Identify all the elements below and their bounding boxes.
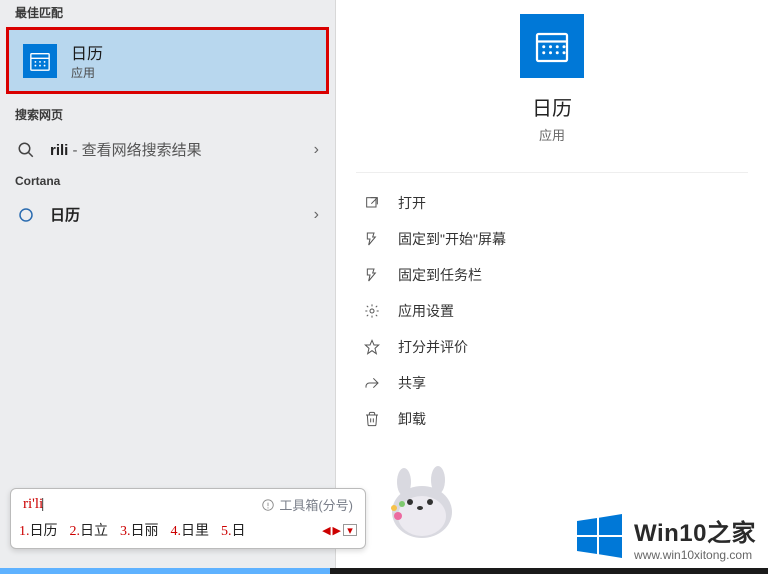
cortana-item-label: 日历 bbox=[50, 204, 80, 225]
ime-candidate-list: 1.日历 2.日立 3.日丽 4.日里 5.日 ◀ ▶ ▾ bbox=[19, 518, 357, 542]
action-rate[interactable]: 打分并评价 bbox=[356, 329, 748, 365]
ime-mascot bbox=[380, 460, 460, 540]
share-icon bbox=[362, 373, 382, 393]
best-match-item[interactable]: 日历 应用 bbox=[6, 27, 329, 94]
best-match-title: 日历 bbox=[71, 40, 103, 64]
best-match-subtitle: 应用 bbox=[71, 64, 103, 81]
ime-next-page-icon[interactable]: ▶ bbox=[333, 524, 341, 537]
ime-toolbox-hint[interactable]: 工具箱(分号) bbox=[261, 495, 353, 514]
ime-dropdown-icon[interactable]: ▾ bbox=[343, 524, 357, 536]
section-cortana: Cortana bbox=[0, 170, 335, 194]
app-tile-icon bbox=[520, 14, 584, 78]
watermark: Win10之家 www.win10xitong.com bbox=[574, 511, 756, 564]
ime-candidate-window: ri'li 工具箱(分号) 1.日历 2.日立 3.日丽 4.日里 5.日 ◀ … bbox=[10, 488, 366, 549]
watermark-url: www.win10xitong.com bbox=[634, 548, 756, 562]
pin-icon bbox=[362, 265, 382, 285]
ime-composition: ri'li bbox=[23, 496, 44, 513]
action-pin-taskbar[interactable]: 固定到任务栏 bbox=[356, 257, 748, 293]
watermark-title: Win10之家 bbox=[634, 513, 756, 548]
taskbar bbox=[0, 568, 768, 574]
search-icon bbox=[16, 141, 36, 159]
section-search-web: 搜索网页 bbox=[0, 102, 335, 129]
ime-prev-page-icon[interactable]: ◀ bbox=[322, 524, 330, 537]
gear-icon bbox=[362, 301, 382, 321]
web-search-item[interactable]: rili - 查看网络搜索结果 › bbox=[0, 129, 335, 170]
section-best-match: 最佳匹配 bbox=[0, 0, 335, 27]
app-name: 日历 bbox=[356, 92, 748, 121]
app-type: 应用 bbox=[356, 125, 748, 144]
action-app-settings[interactable]: 应用设置 bbox=[356, 293, 748, 329]
star-icon bbox=[362, 337, 382, 357]
ime-candidate[interactable]: 4.日里 bbox=[171, 520, 210, 540]
pin-icon bbox=[362, 229, 382, 249]
action-pin-start[interactable]: 固定到"开始"屏幕 bbox=[356, 221, 748, 257]
windows-logo-icon bbox=[574, 511, 624, 564]
calendar-icon bbox=[23, 44, 57, 78]
taskbar-active-segment bbox=[0, 568, 330, 574]
action-share[interactable]: 共享 bbox=[356, 365, 748, 401]
ime-candidate[interactable]: 2.日立 bbox=[70, 520, 109, 540]
action-uninstall[interactable]: 卸载 bbox=[356, 401, 748, 437]
web-search-label: rili - 查看网络搜索结果 bbox=[50, 139, 202, 160]
chevron-right-icon: › bbox=[314, 206, 319, 224]
cortana-icon bbox=[16, 206, 36, 224]
trash-icon bbox=[362, 409, 382, 429]
action-open[interactable]: 打开 bbox=[356, 185, 748, 221]
cortana-item[interactable]: 日历 › bbox=[0, 194, 335, 235]
ime-candidate[interactable]: 5.日 bbox=[221, 520, 246, 540]
open-icon bbox=[362, 193, 382, 213]
ime-candidate[interactable]: 1.日历 bbox=[19, 520, 58, 540]
ime-candidate[interactable]: 3.日丽 bbox=[120, 520, 159, 540]
chevron-right-icon: › bbox=[314, 141, 319, 159]
